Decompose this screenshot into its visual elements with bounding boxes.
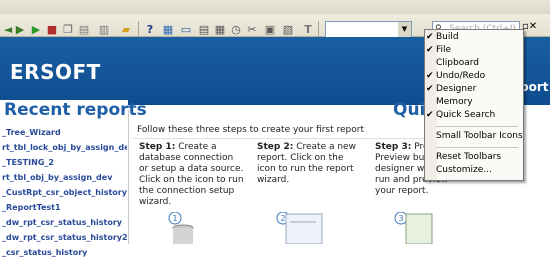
menu-item-designer[interactable]: ✔ Designer [424, 83, 522, 96]
svg-text:3: 3 [398, 214, 403, 223]
checkmark-icon: ✔ [426, 71, 434, 81]
menu-items: ✔ Build ✔ File Clipboard ✔ Undo/Redo ✔ D… [424, 29, 523, 179]
help-icon[interactable]: ? [142, 22, 158, 36]
chevron-down-icon[interactable]: ▼ [398, 22, 411, 37]
steps-divider [133, 138, 433, 139]
table-icon[interactable]: ▤ [196, 22, 212, 36]
step-1-label: Step 1: [139, 142, 176, 152]
brand-logo: ERSOFT [10, 60, 101, 84]
menu-separator [436, 126, 518, 127]
menu-separator [436, 147, 518, 148]
image-icon[interactable]: ▧ [280, 22, 296, 36]
paste-icon[interactable]: ▤ [76, 22, 92, 36]
menu-item-undo-redo[interactable]: ✔ Undo/Redo [424, 70, 522, 83]
forward-icon[interactable]: ▶ [12, 22, 28, 36]
stop-icon[interactable]: ■ [44, 22, 60, 36]
step-3-label: Step 3: [375, 142, 412, 152]
checkmark-icon: ✔ [426, 32, 434, 42]
database-icon[interactable]: 1 [168, 212, 194, 244]
preview-icon[interactable]: 3 [394, 212, 434, 244]
recent-report-item[interactable]: _TESTING_2 [2, 155, 127, 170]
menu-item-build[interactable]: ✔ Build [424, 31, 522, 44]
chart-icon[interactable]: ▦ [160, 22, 176, 36]
menu-item-clipboard[interactable]: Clipboard [424, 57, 522, 70]
menu-item-file[interactable]: ✔ File [424, 44, 522, 57]
recent-report-item[interactable]: rt_tbl_obj_by_assign_dev [2, 170, 127, 185]
svg-text:1: 1 [172, 214, 177, 223]
report-wizard-icon[interactable]: 2 [276, 212, 326, 244]
recent-report-item[interactable]: _dw_rpt_csr_status_history2 [2, 230, 127, 245]
layout-icon[interactable]: ▣ [262, 22, 278, 36]
menu-item-quick-search[interactable]: ✔ Quick Search [424, 109, 522, 122]
checkmark-icon: ✔ [426, 84, 434, 94]
clock-icon[interactable]: ◷ [228, 22, 244, 36]
quick-start-intro: Follow these three steps to create your … [137, 125, 364, 135]
copy-icon[interactable]: ❐ [60, 22, 76, 36]
checkmark-icon: ✔ [426, 45, 434, 55]
recent-reports-list: _Tree_Wizard rt_tbl_lock_obj_by_assign_d… [2, 125, 127, 260]
menu-item-memory[interactable]: Memory [424, 96, 522, 109]
step-2: Step 2: Create a new report. Click on th… [257, 142, 362, 186]
recent-report-item[interactable]: _ReportTest1 [2, 200, 127, 215]
recent-report-item[interactable]: rt_tbl_lock_obj_by_assign_dev [2, 140, 127, 155]
checkmark-icon: ✔ [426, 110, 434, 120]
menu-item-reset-toolbars[interactable]: Reset Toolbars [424, 151, 522, 164]
recent-report-item[interactable]: _csr_status_history [2, 245, 127, 260]
run-icon[interactable]: ▶ [28, 22, 44, 36]
pane-divider [128, 110, 129, 244]
cut-icon[interactable]: ✂ [244, 22, 260, 36]
step-2-label: Step 2: [257, 142, 294, 152]
recent-report-item[interactable]: _Tree_Wizard [2, 125, 127, 140]
menu-item-small-toolbar-icons[interactable]: Small Toolbar Icons [424, 130, 523, 143]
new-folder-icon[interactable]: ▰ [118, 22, 134, 36]
title-strip [0, 0, 550, 14]
window-controls[interactable]: ▫✕ [522, 21, 537, 32]
header-right-label: port [520, 80, 549, 94]
monitor-icon[interactable]: ▭ [178, 22, 194, 36]
svg-text:2: 2 [280, 214, 285, 223]
toolbar-dropdown[interactable]: ▼ [325, 21, 412, 38]
grid-icon[interactable]: ▦ [212, 22, 228, 36]
menu-item-customize[interactable]: Customize... [424, 164, 522, 177]
recent-reports-title: Recent reports [4, 100, 147, 120]
step-1: Step 1: Create a database connection or … [139, 142, 244, 208]
recent-report-item[interactable]: _CustRpt_csr_object_history [2, 185, 127, 200]
recent-report-item[interactable]: _dw_rpt_csr_status_history [2, 215, 127, 230]
text-icon[interactable]: T [300, 22, 316, 36]
open-folder-icon[interactable]: ▥ [96, 22, 112, 36]
